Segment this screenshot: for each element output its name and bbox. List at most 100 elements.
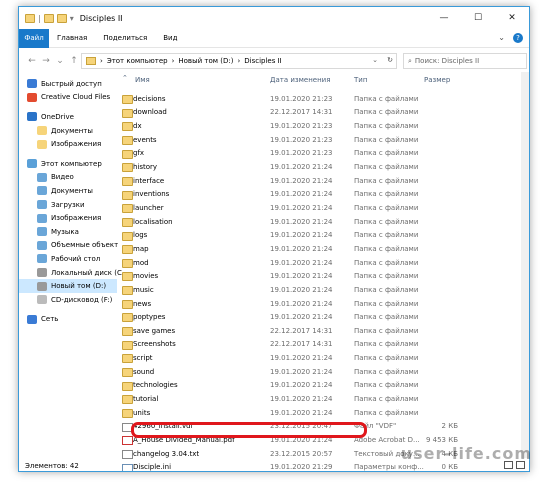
search-icon: ⌕ [408,56,412,65]
file-type: Папка с файлами [354,163,419,171]
sidebar-item[interactable]: Музыка [19,225,117,239]
address-bar[interactable]: › Этот компьютер › Новый том (D:) › Disc… [81,53,397,69]
file-type: Папка с файлами [354,272,419,281]
sidebar-item[interactable]: Локальный диск (C [19,266,122,280]
tab-home[interactable]: Главная [49,34,95,42]
column-headers: ⌃ Имя Дата изменения Тип Размер [118,72,529,86]
file-row[interactable]: movies 19.01.2020 21:24 Папка с файлами [118,269,458,283]
file-row[interactable]: music 19.01.2020 21:24 Папка с файлами [118,283,458,297]
column-name[interactable]: Имя [135,76,150,84]
file-date: 19.01.2020 21:24 [270,367,333,376]
sidebar-item[interactable]: Рабочий стол [19,252,117,266]
customize-icon[interactable]: ▾ [70,14,74,23]
new-folder-icon[interactable] [56,13,67,23]
file-type: Папка с файлами [354,326,419,335]
column-size[interactable]: Размер [424,76,450,84]
file-name: inventions [133,190,170,199]
up-button[interactable]: ↑ [67,56,81,66]
sidebar-item[interactable]: Видео [19,171,117,185]
file-row[interactable]: technologies 19.01.2020 21:24 Папка с файл… [118,379,458,393]
sidebar-item[interactable]: Загрузки [19,198,117,212]
sidebar-item[interactable]: Изображения [19,137,117,151]
file-row[interactable]: dx 19.01.2020 21:23 Папка с файлами [118,119,458,133]
close-button[interactable]: ✕ [495,7,529,29]
sidebar-item-label: Сеть [41,315,59,324]
maximize-button[interactable]: ☐ [461,7,495,29]
file-row[interactable]: script 19.01.2020 21:24 Папка с файлами [118,351,458,365]
file-size: 2 КБ [441,422,458,431]
help-icon[interactable]: ? [513,33,523,43]
explorer-window: | ▾ Disciples II — ☐ ✕ Файл Главная Поде… [18,6,530,472]
desktop-icon [37,254,47,264]
file-row[interactable]: gfx 19.01.2020 21:23 Папка с файлами [118,147,458,161]
file-row[interactable]: inventions 19.01.2020 21:24 Папка с файлам… [118,188,458,202]
column-date[interactable]: Дата изменения [270,76,330,84]
file-date: 19.01.2020 21:24 [270,395,333,404]
file-date: 22.12.2017 14:31 [270,340,333,349]
refresh-icon[interactable]: ↻ [387,56,393,64]
sidebar-item[interactable]: Этот компьютер [19,157,117,171]
file-name: changelog 3.04.txt [133,449,200,458]
back-button[interactable]: ← [25,56,39,66]
cd-drive-icon [37,295,47,305]
tab-share[interactable]: Поделиться [95,34,155,42]
forward-button[interactable]: → [39,56,53,66]
file-row[interactable]: mod 19.01.2020 21:24 Папка с файлами [118,256,458,270]
file-row[interactable]: Screenshots 22.12.2017 14:31 Папка с файла… [118,338,458,352]
file-row[interactable]: units 19.01.2020 21:24 Папка с файлами [118,406,458,420]
file-row[interactable]: launcher 19.01.2020 21:24 Папка с файлами [118,201,458,215]
file-row[interactable]: sound 19.01.2020 21:24 Папка с файлами [118,365,458,379]
file-row[interactable]: download 22.12.2017 14:31 Папка с файлами [118,106,458,120]
file-row[interactable]: history 19.01.2020 21:24 Папка с файлами [118,160,458,174]
file-row[interactable]: logs 19.01.2020 21:24 Папка с файлами [118,229,458,243]
folder-icon [122,327,133,337]
properties-icon[interactable] [43,13,54,23]
item-count: Элементов: 42 [25,461,79,470]
tab-file[interactable]: Файл [19,28,49,48]
address-dropdown-icon[interactable]: ⌄ [372,56,378,64]
search-box[interactable]: ⌕ Поиск: Disciples II [403,53,527,69]
breadcrumb-drive-d[interactable]: Новый том (D:) [178,57,233,65]
file-row[interactable]: events 19.01.2020 21:23 Папка с файлами [118,133,458,147]
sidebar-item[interactable]: Новый том (D:) [19,279,117,293]
tab-view[interactable]: Вид [155,34,185,42]
sidebar-item-label: Объемные объект [51,241,119,250]
file-date: 19.01.2020 21:24 [270,163,333,171]
breadcrumb-this-pc[interactable]: Этот компьютер [107,57,168,65]
sidebar-item[interactable]: Документы [19,124,117,138]
sidebar-item[interactable]: Объемные объект [19,239,119,253]
file-date: 19.01.2020 21:24 [270,381,333,390]
file-row[interactable]: localisation 19.01.2020 21:24 Папка с файл… [118,215,458,229]
computer-icon [27,159,37,169]
sidebar-item[interactable]: Сеть [19,313,117,327]
file-row[interactable]: poptypes 19.01.2020 21:24 Папка с файлами [118,310,458,324]
folder-icon [122,135,133,145]
sidebar-item[interactable]: Изображения [19,211,117,225]
recent-locations-icon[interactable]: ⌄ [53,56,67,66]
vertical-scrollbar[interactable] [521,72,529,458]
breadcrumb-disciples[interactable]: Disciples II [244,57,281,65]
file-name: interface [133,176,165,185]
quick-access-toolbar: | ▾ [19,13,74,23]
column-type[interactable]: Тип [354,76,367,84]
file-name: localisation [133,217,173,226]
sidebar-item[interactable]: Creative Cloud Files [19,91,117,105]
sidebar-item[interactable]: CD-дисковод (F:) [19,293,117,307]
folder-icon[interactable] [25,13,35,23]
expand-ribbon-icon[interactable]: ⌄ [498,33,505,43]
folder-icon [122,258,133,268]
file-name: news [133,299,152,308]
file-row[interactable]: interface 19.01.2020 21:24 Папка с файлами [118,174,458,188]
file-row[interactable]: map 19.01.2020 21:24 Папка с файлами [118,242,458,256]
file-row[interactable]: decisions 19.01.2020 21:23 Папка с файлами [118,92,458,106]
minimize-button[interactable]: — [427,7,461,29]
sidebar-item[interactable]: OneDrive [19,110,117,124]
folder-icon [122,163,133,173]
file-row[interactable]: save games 22.12.2017 14:31 Папка с файлам… [118,324,458,338]
file-row[interactable]: tutorial 19.01.2020 21:24 Папка с файлами [118,392,458,406]
sidebar-item[interactable]: Документы [19,184,117,198]
navigation-pane: Быстрый доступ Creative Cloud Files OneDri… [19,77,122,457]
file-row[interactable]: news 19.01.2020 21:24 Папка с файлами [118,297,458,311]
sidebar-item[interactable]: Быстрый доступ [19,77,117,91]
sidebar-item-label: Новый том (D:) [51,282,107,291]
